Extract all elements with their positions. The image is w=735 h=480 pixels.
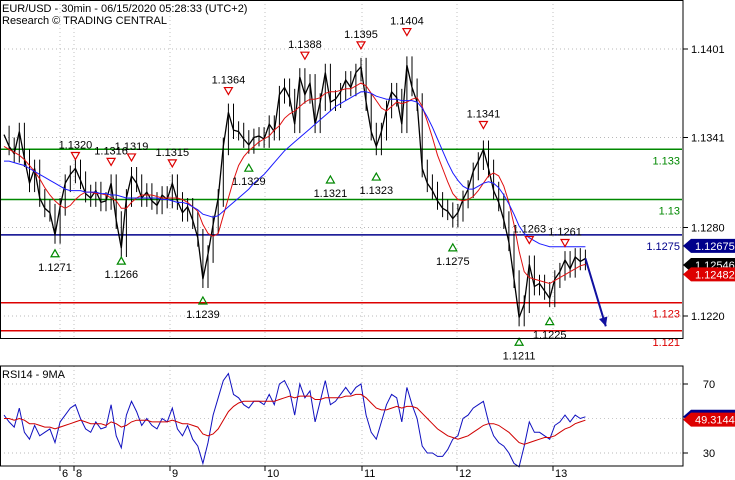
pivot-low-label: 1.1275 xyxy=(436,256,470,268)
pivot-high-label: 1.1395 xyxy=(344,29,378,41)
pivot-high-label: 1.1315 xyxy=(155,147,189,159)
pivot-low-label: 1.1323 xyxy=(359,185,393,197)
x-tick-label: 13 xyxy=(555,468,567,480)
pivot-high-label: 1.1341 xyxy=(467,109,501,121)
pivot-low-label: 1.1211 xyxy=(503,350,536,362)
rsi-tick-label: 30 xyxy=(703,448,715,460)
price-badge-label: 1.12675 xyxy=(695,241,735,253)
x-tick-label: 6 xyxy=(62,468,68,480)
rsi-tick-label: 70 xyxy=(703,379,715,391)
pivot-high-label: 1.1263 xyxy=(512,224,546,236)
x-tick-label: 8 xyxy=(76,468,82,480)
pivot-high-label: 1.1320 xyxy=(59,139,93,151)
pivot-high-label: 1.1404 xyxy=(390,16,424,28)
rsi-panel-title: RSI14 - 9MA xyxy=(2,369,66,381)
pivot-high-label: 1.1261 xyxy=(548,227,582,239)
level-label: 1.1275 xyxy=(646,241,680,253)
chart-title: EUR/USD - 30min - 06/15/2020 05:28:33 (U… xyxy=(2,3,247,15)
chart-canvas: 1.1331.131.12751.1231.121 1.1320 1.13161.… xyxy=(0,0,735,480)
pivot-high-label: 1.1319 xyxy=(115,141,149,153)
pivot-low-label: 1.1321 xyxy=(314,188,348,200)
level-label: 1.133 xyxy=(652,155,680,167)
pivot-low-label: 1.1266 xyxy=(104,269,138,281)
price-tick-label: 1.1220 xyxy=(691,311,725,323)
price-tick-label: 1.1341 xyxy=(691,133,725,145)
level-label: 1.13 xyxy=(659,205,680,217)
pivot-low-label: 1.1225 xyxy=(533,330,567,342)
pivot-high-label: 1.1388 xyxy=(288,39,322,51)
chart-subtitle: Research © TRADING CENTRAL xyxy=(2,15,167,27)
price-tick-label: 1.1401 xyxy=(691,44,725,56)
pivot-high-label: 1.1364 xyxy=(212,75,246,87)
x-tick-label: 9 xyxy=(172,468,178,480)
price-badge-label: 1.12482 xyxy=(695,269,735,281)
pivot-low-label: 1.1329 xyxy=(232,176,266,188)
x-tick-label: 11 xyxy=(364,468,375,480)
pivot-low-label: 1.1239 xyxy=(186,309,220,321)
pivot-low-label: 1.1271 xyxy=(38,262,72,274)
rsi-badge-label: 49.3144 xyxy=(695,415,735,427)
level-label: 1.123 xyxy=(652,309,680,321)
x-tick-label: 12 xyxy=(459,468,471,480)
x-tick-label: 10 xyxy=(267,468,279,480)
price-tick-label: 1.1280 xyxy=(691,222,725,234)
